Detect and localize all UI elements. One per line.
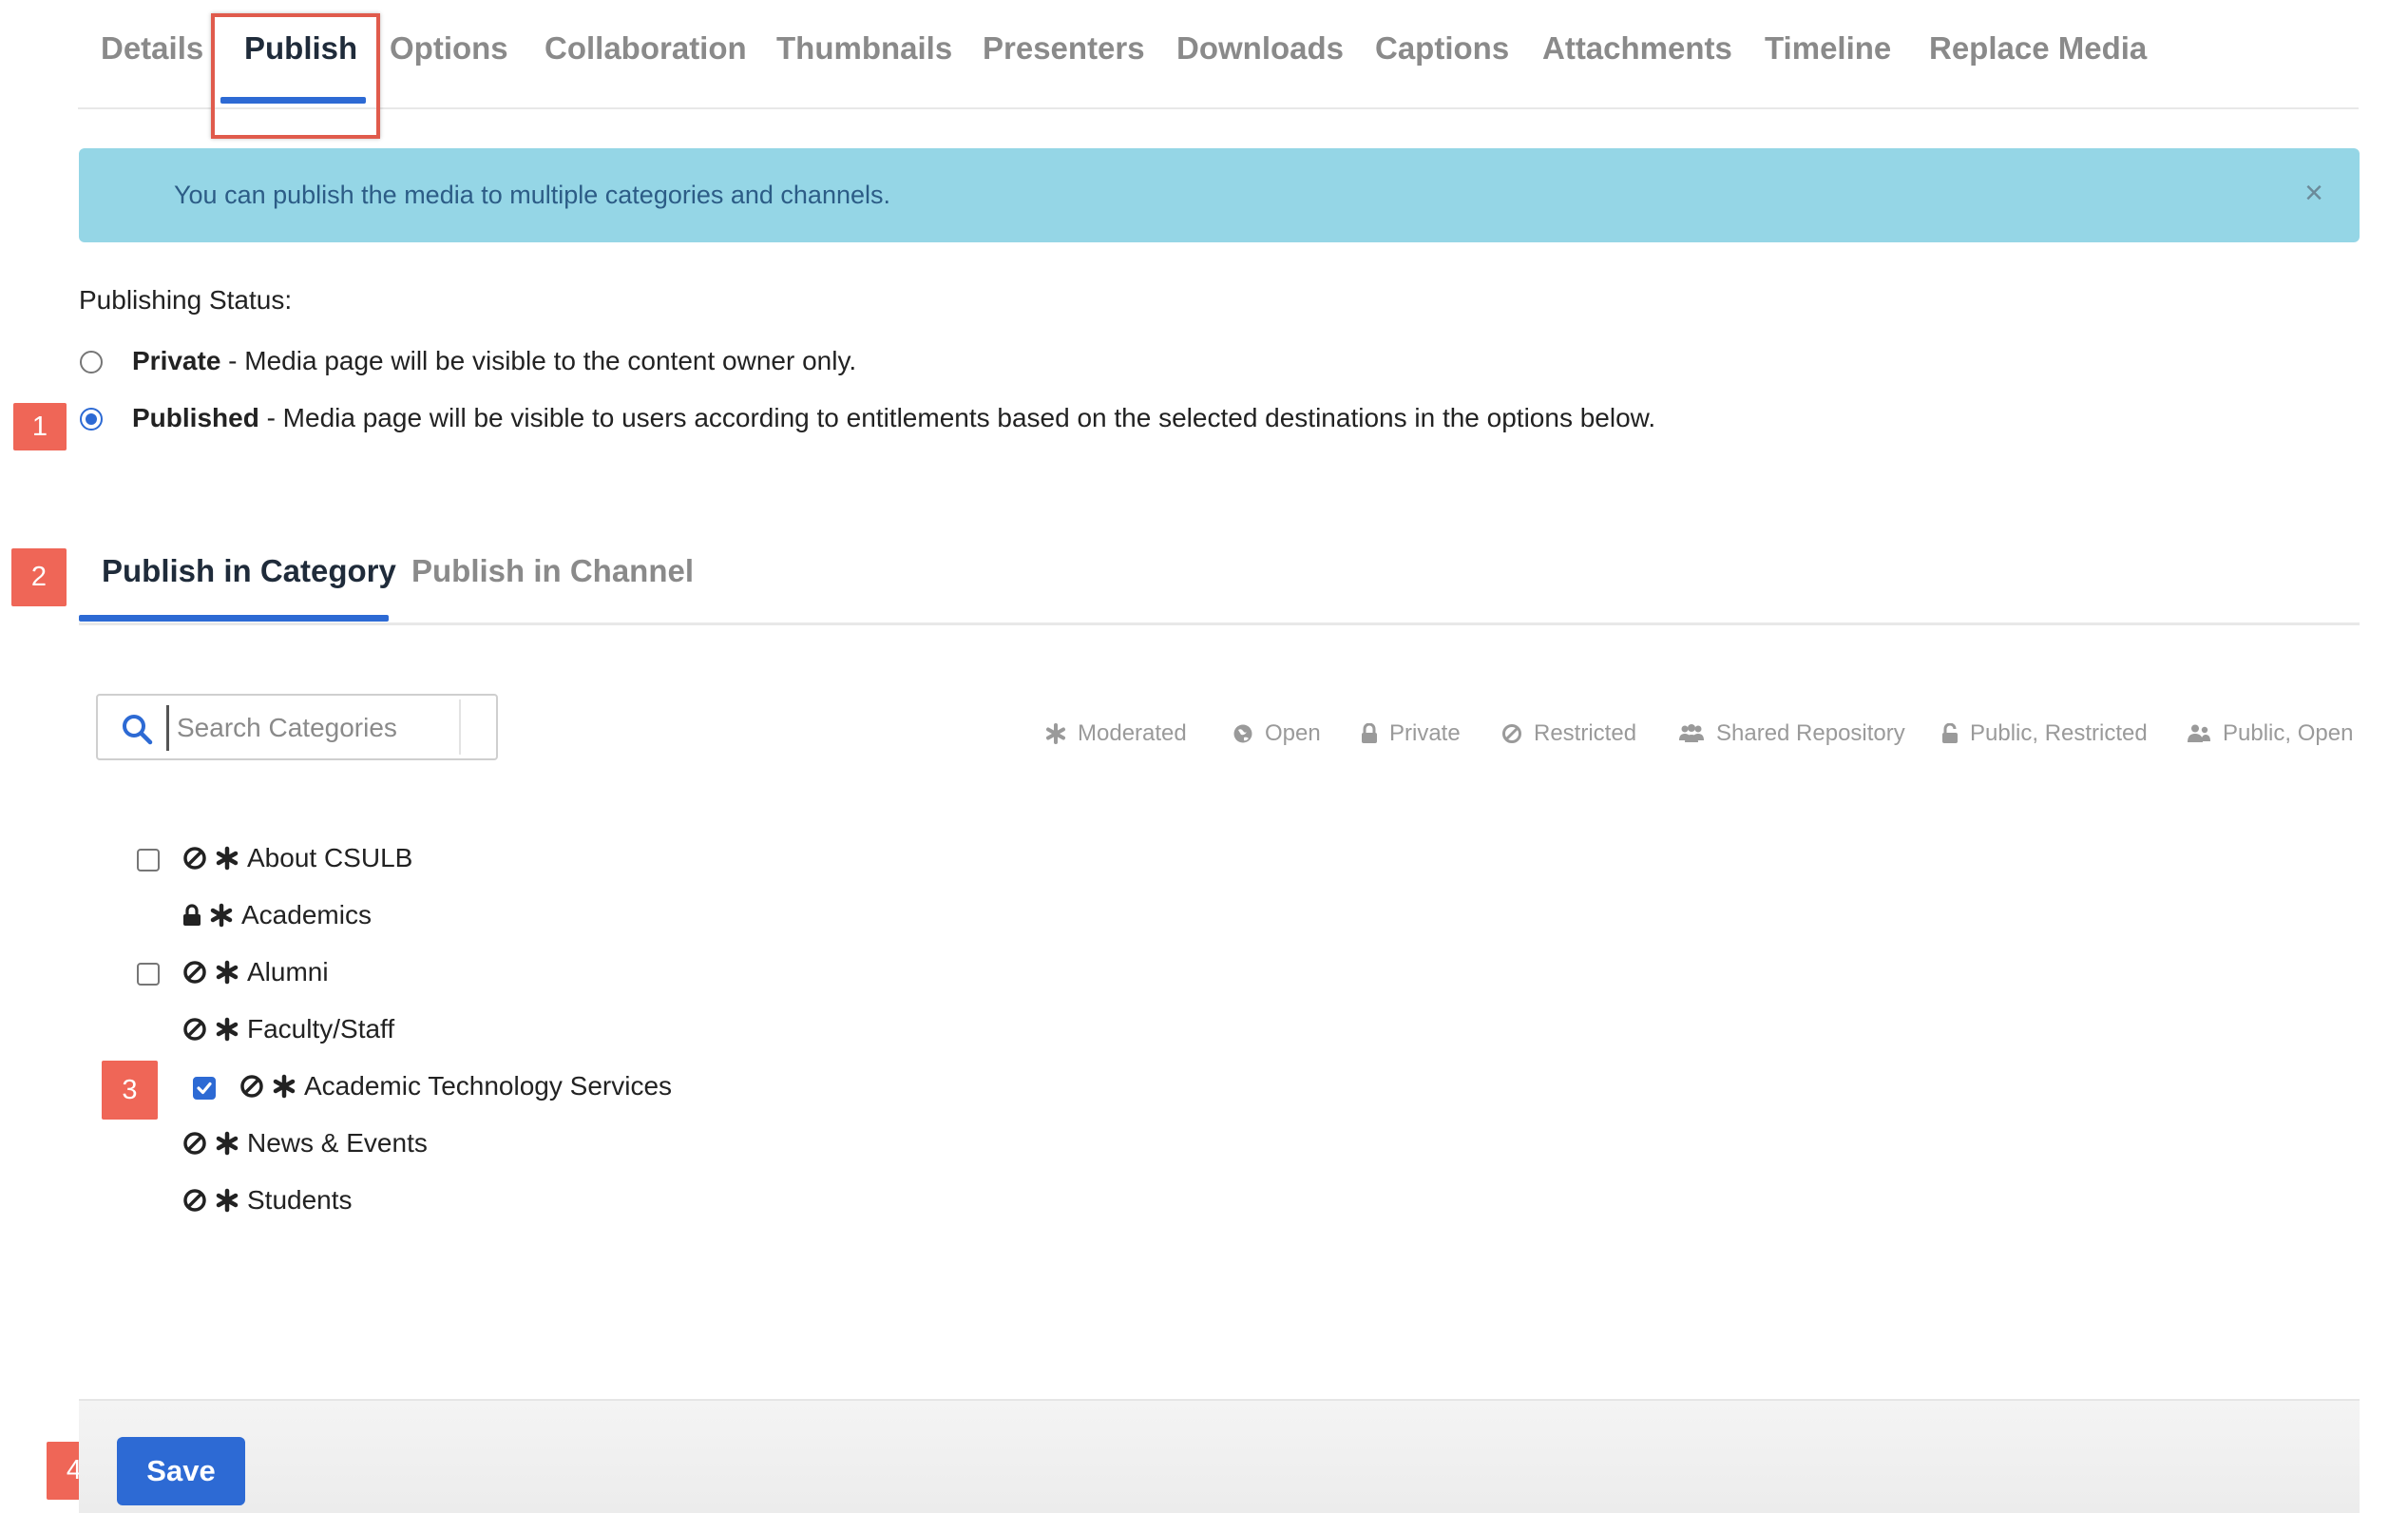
published-option-title: Published bbox=[132, 403, 259, 432]
legend-shared-repository: Shared Repository bbox=[1678, 720, 1905, 747]
asterisk-icon bbox=[216, 1188, 239, 1213]
media-edit-tabs: Details Publish Options Collaboration Th… bbox=[78, 0, 2359, 109]
sub-tab-divider bbox=[79, 622, 2360, 625]
legend-label: Public, Open bbox=[2223, 720, 2354, 746]
form-footer bbox=[79, 1399, 2360, 1513]
tab-options[interactable]: Options bbox=[390, 30, 508, 67]
step-marker-3: 3 bbox=[102, 1061, 158, 1120]
category-item-about-csulb[interactable]: About CSULB bbox=[182, 843, 412, 873]
private-radio[interactable] bbox=[80, 351, 103, 373]
legend-private: Private bbox=[1361, 720, 1461, 747]
legend-restricted: Restricted bbox=[1501, 720, 1636, 747]
publish-tab-highlight bbox=[211, 13, 380, 139]
legend-label: Shared Repository bbox=[1716, 720, 1905, 746]
lock-icon bbox=[1362, 723, 1377, 743]
ban-icon bbox=[183, 1132, 206, 1155]
tab-publish-in-category[interactable]: Publish in Category bbox=[102, 553, 396, 589]
publishing-status-label: Publishing Status: bbox=[79, 285, 293, 315]
search-separator bbox=[459, 699, 461, 755]
asterisk-icon bbox=[273, 1074, 296, 1099]
tab-replace-media[interactable]: Replace Media bbox=[1929, 30, 2147, 67]
category-item-academic-technology-services[interactable]: Academic Technology Services bbox=[239, 1071, 672, 1101]
legend-open: Open bbox=[1233, 720, 1321, 747]
alert-message: You can publish the media to multiple ca… bbox=[174, 181, 890, 209]
category-label: About CSULB bbox=[247, 843, 413, 872]
category-item-students[interactable]: Students bbox=[182, 1185, 353, 1216]
category-label: Academic Technology Services bbox=[304, 1071, 673, 1101]
unlock-icon bbox=[1942, 723, 1958, 743]
category-item-faculty-staff[interactable]: Faculty/Staff bbox=[182, 1014, 394, 1044]
category-item-alumni[interactable]: Alumni bbox=[182, 957, 329, 987]
category-item-academics[interactable]: Academics bbox=[182, 900, 372, 930]
category-label: Students bbox=[247, 1185, 353, 1215]
published-option: Published - Media page will be visible t… bbox=[132, 403, 1655, 433]
asterisk-icon bbox=[216, 1131, 239, 1156]
legend-public-open: Public, Open bbox=[2187, 720, 2353, 747]
published-radio[interactable] bbox=[80, 408, 103, 431]
checkmark-icon bbox=[197, 1082, 212, 1095]
close-icon[interactable]: × bbox=[2304, 177, 2323, 209]
category-label: News & Events bbox=[247, 1128, 428, 1158]
ban-icon bbox=[183, 1189, 206, 1212]
legend-public-restricted: Public, Restricted bbox=[1941, 720, 2148, 747]
asterisk-icon bbox=[1046, 723, 1065, 744]
category-search bbox=[96, 694, 498, 760]
users-icon bbox=[2188, 724, 2210, 742]
legend-label: Restricted bbox=[1534, 720, 1637, 746]
globe-icon bbox=[1233, 724, 1252, 743]
ban-icon bbox=[240, 1075, 263, 1098]
private-option: Private - Media page will be visible to … bbox=[132, 346, 856, 376]
asterisk-icon bbox=[216, 846, 239, 871]
tab-attachments[interactable]: Attachments bbox=[1542, 30, 1732, 67]
ban-icon bbox=[183, 847, 206, 870]
active-subtab-indicator bbox=[79, 615, 389, 622]
category-label: Faculty/Staff bbox=[247, 1014, 395, 1044]
tab-collaboration[interactable]: Collaboration bbox=[545, 30, 747, 67]
tab-publish-in-channel[interactable]: Publish in Channel bbox=[411, 553, 694, 589]
asterisk-icon bbox=[210, 903, 233, 928]
tab-captions[interactable]: Captions bbox=[1375, 30, 1509, 67]
lock-icon bbox=[183, 904, 201, 926]
published-option-description: - Media page will be visible to users ac… bbox=[258, 403, 1656, 432]
tab-thumbnails[interactable]: Thumbnails bbox=[776, 30, 952, 67]
asterisk-icon bbox=[216, 1017, 239, 1042]
category-label: Alumni bbox=[247, 957, 329, 986]
category-checkbox-academic-technology-services[interactable] bbox=[193, 1077, 216, 1100]
category-checkbox-about-csulb[interactable] bbox=[137, 849, 160, 871]
info-alert: You can publish the media to multiple ca… bbox=[79, 148, 2360, 242]
tab-downloads[interactable]: Downloads bbox=[1176, 30, 1344, 67]
ban-icon bbox=[183, 1018, 206, 1041]
legend-label: Public, Restricted bbox=[1970, 720, 2148, 746]
tab-presenters[interactable]: Presenters bbox=[983, 30, 1145, 67]
legend-label: Moderated bbox=[1078, 720, 1187, 746]
save-button[interactable]: Save bbox=[117, 1437, 245, 1505]
private-option-description: - Media page will be visible to the cont… bbox=[220, 346, 857, 375]
legend-moderated: Moderated bbox=[1045, 720, 1187, 747]
private-option-title: Private bbox=[132, 346, 221, 375]
search-input[interactable] bbox=[166, 705, 464, 751]
legend-label: Private bbox=[1389, 720, 1461, 746]
ban-icon bbox=[1502, 724, 1521, 743]
legend-label: Open bbox=[1265, 720, 1321, 746]
search-icon[interactable] bbox=[121, 713, 153, 745]
category-checkbox-alumni[interactable] bbox=[137, 963, 160, 986]
category-item-news-events[interactable]: News & Events bbox=[182, 1128, 428, 1159]
asterisk-icon bbox=[216, 960, 239, 985]
ban-icon bbox=[183, 961, 206, 984]
category-label: Academics bbox=[241, 900, 372, 929]
step-marker-2: 2 bbox=[11, 548, 67, 606]
tab-timeline[interactable]: Timeline bbox=[1765, 30, 1891, 67]
tab-details[interactable]: Details bbox=[101, 30, 203, 67]
step-marker-1: 1 bbox=[13, 403, 67, 450]
group-icon bbox=[1679, 724, 1704, 742]
